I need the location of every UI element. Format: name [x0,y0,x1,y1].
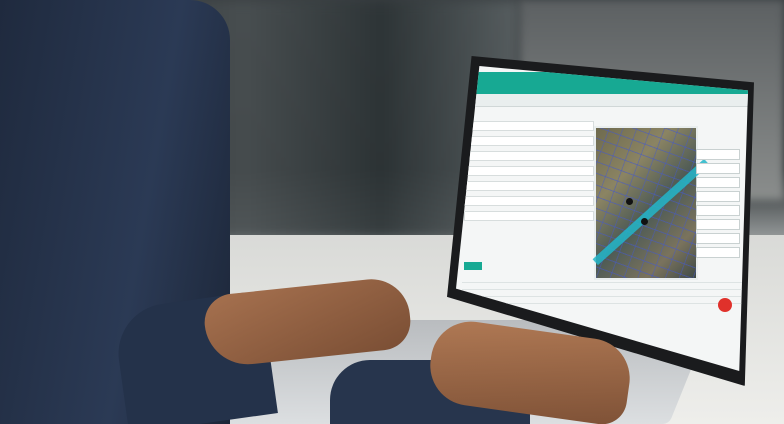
layer-list-item [696,177,740,188]
red-action-button-icon [718,298,732,312]
satellite-map [592,126,710,280]
form-field [464,121,594,131]
layer-list-item [696,233,740,244]
form-field [464,196,594,206]
teal-action-button [464,262,482,270]
form-field [464,181,594,191]
photo-scene [0,0,784,424]
form-field [464,151,594,161]
map-pin-icon [641,218,648,225]
table-row [462,290,744,297]
layer-list-item [696,163,740,174]
form-field [464,211,594,221]
table-row [462,283,744,290]
form-panel [464,116,594,266]
map-street-grid [596,128,696,278]
layer-list-item [696,219,740,230]
layer-list-item [696,247,740,258]
app-tab-strip [456,94,748,107]
table-row [462,276,744,283]
form-field [464,166,594,176]
form-field [464,136,594,146]
layer-list-item [696,149,740,160]
layer-list-item [696,205,740,216]
map-pin-icon [626,198,633,205]
layer-list [696,146,740,276]
layer-list-item [696,191,740,202]
